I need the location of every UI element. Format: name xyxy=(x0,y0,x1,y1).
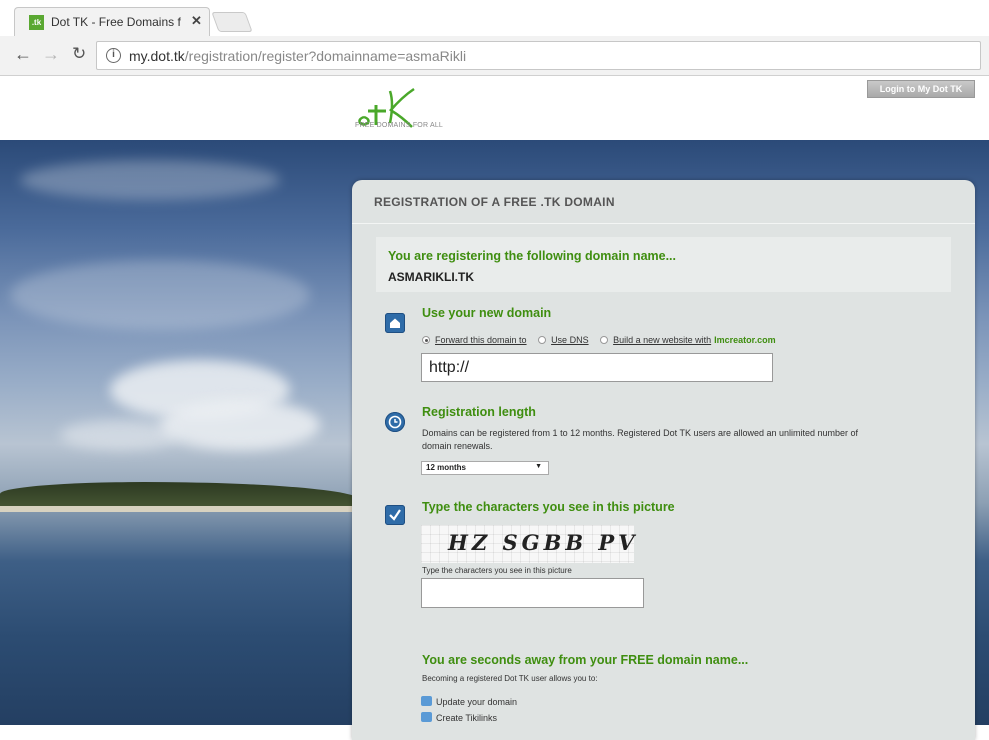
domain-name: ASMARIKLI.TK xyxy=(388,270,474,284)
shoreline xyxy=(0,506,360,512)
close-tab-icon[interactable]: ✕ xyxy=(191,13,202,29)
seconds-away-title: You are seconds away from your FREE doma… xyxy=(422,653,749,667)
update-icon xyxy=(421,696,432,706)
captcha-input-label: Type the characters you see in this pict… xyxy=(422,566,572,575)
tab-title: Dot TK - Free Domains fo xyxy=(51,15,181,29)
benefit-label: Create Tikilinks xyxy=(436,713,498,723)
info-icon[interactable]: i xyxy=(106,48,121,63)
selected-length: 12 months xyxy=(426,463,467,472)
website-option-label[interactable]: Build a new website with xyxy=(613,335,711,345)
new-tab-button[interactable] xyxy=(211,12,253,32)
domain-usage-options: Forward this domain to Use DNS Build a n… xyxy=(422,335,776,349)
forward-url-input[interactable] xyxy=(421,353,773,382)
benefit-create-tikilinks[interactable]: Create Tikilinks xyxy=(421,712,497,723)
registering-heading: You are registering the following domain… xyxy=(388,249,677,263)
browser-tab[interactable]: .tk Dot TK - Free Domains fo ✕ xyxy=(14,7,210,36)
dns-radio[interactable] xyxy=(538,336,547,344)
registration-length-description: Domains can be registered from 1 to 12 m… xyxy=(422,428,859,438)
captcha-title: Type the characters you see in this pict… xyxy=(422,500,675,514)
registering-box: You are registering the following domain… xyxy=(376,237,951,292)
clock-icon xyxy=(385,412,405,432)
registration-length-select[interactable]: 12 months ▼ xyxy=(421,461,549,475)
home-icon xyxy=(385,313,405,333)
login-button[interactable]: Login to My Dot TK xyxy=(867,80,975,98)
url-host: my.dot.tk xyxy=(129,48,185,64)
benefit-update-domain[interactable]: Update your domain xyxy=(421,696,517,707)
browser-tab-bar: .tk Dot TK - Free Domains fo ✕ xyxy=(0,0,989,36)
site-header: FREE DOMAINS FOR ALL Login to My Dot TK xyxy=(0,77,989,140)
dropdown-arrow-icon: ▼ xyxy=(535,463,542,470)
registration-length-description-2: domain renewals. xyxy=(422,441,493,451)
imcreator-link[interactable]: Imcreator.com xyxy=(714,335,776,345)
panel-title: REGISTRATION OF A FREE .TK DOMAIN xyxy=(374,195,615,209)
link-icon xyxy=(421,712,432,722)
divider xyxy=(352,223,975,224)
forward-radio[interactable] xyxy=(422,336,430,344)
url-path: /registration/register?domainname=asmaRi… xyxy=(184,48,467,64)
benefit-label: Update your domain xyxy=(436,697,518,707)
registration-panel: REGISTRATION OF A FREE .TK DOMAIN You ar… xyxy=(352,180,975,740)
dot-tk-favicon-icon: .tk xyxy=(29,15,44,30)
use-domain-title: Use your new domain xyxy=(422,306,552,320)
checkmark-icon xyxy=(385,505,405,525)
browser-toolbar: ← → ↻ i my.dot.tk/registration/register?… xyxy=(0,36,989,76)
reload-icon[interactable]: ↻ xyxy=(72,44,86,64)
website-radio[interactable] xyxy=(600,336,609,344)
forward-arrow-icon[interactable]: → xyxy=(42,44,60,65)
captcha-input[interactable] xyxy=(421,578,644,608)
url-text[interactable]: my.dot.tk/registration/register?domainna… xyxy=(129,48,466,64)
dns-option-label[interactable]: Use DNS xyxy=(551,335,589,345)
address-bar[interactable]: i my.dot.tk/registration/register?domain… xyxy=(96,41,981,70)
seconds-away-subtitle: Becoming a registered Dot TK user allows… xyxy=(422,674,598,683)
captcha-text: HZ SGBB PV xyxy=(448,530,639,555)
registration-length-title: Registration length xyxy=(422,405,536,419)
logo-tagline: FREE DOMAINS FOR ALL xyxy=(355,122,444,129)
captcha-image: HZ SGBB PV xyxy=(421,525,634,563)
back-arrow-icon[interactable]: ← xyxy=(14,44,32,65)
forward-option-label[interactable]: Forward this domain to xyxy=(435,335,527,345)
